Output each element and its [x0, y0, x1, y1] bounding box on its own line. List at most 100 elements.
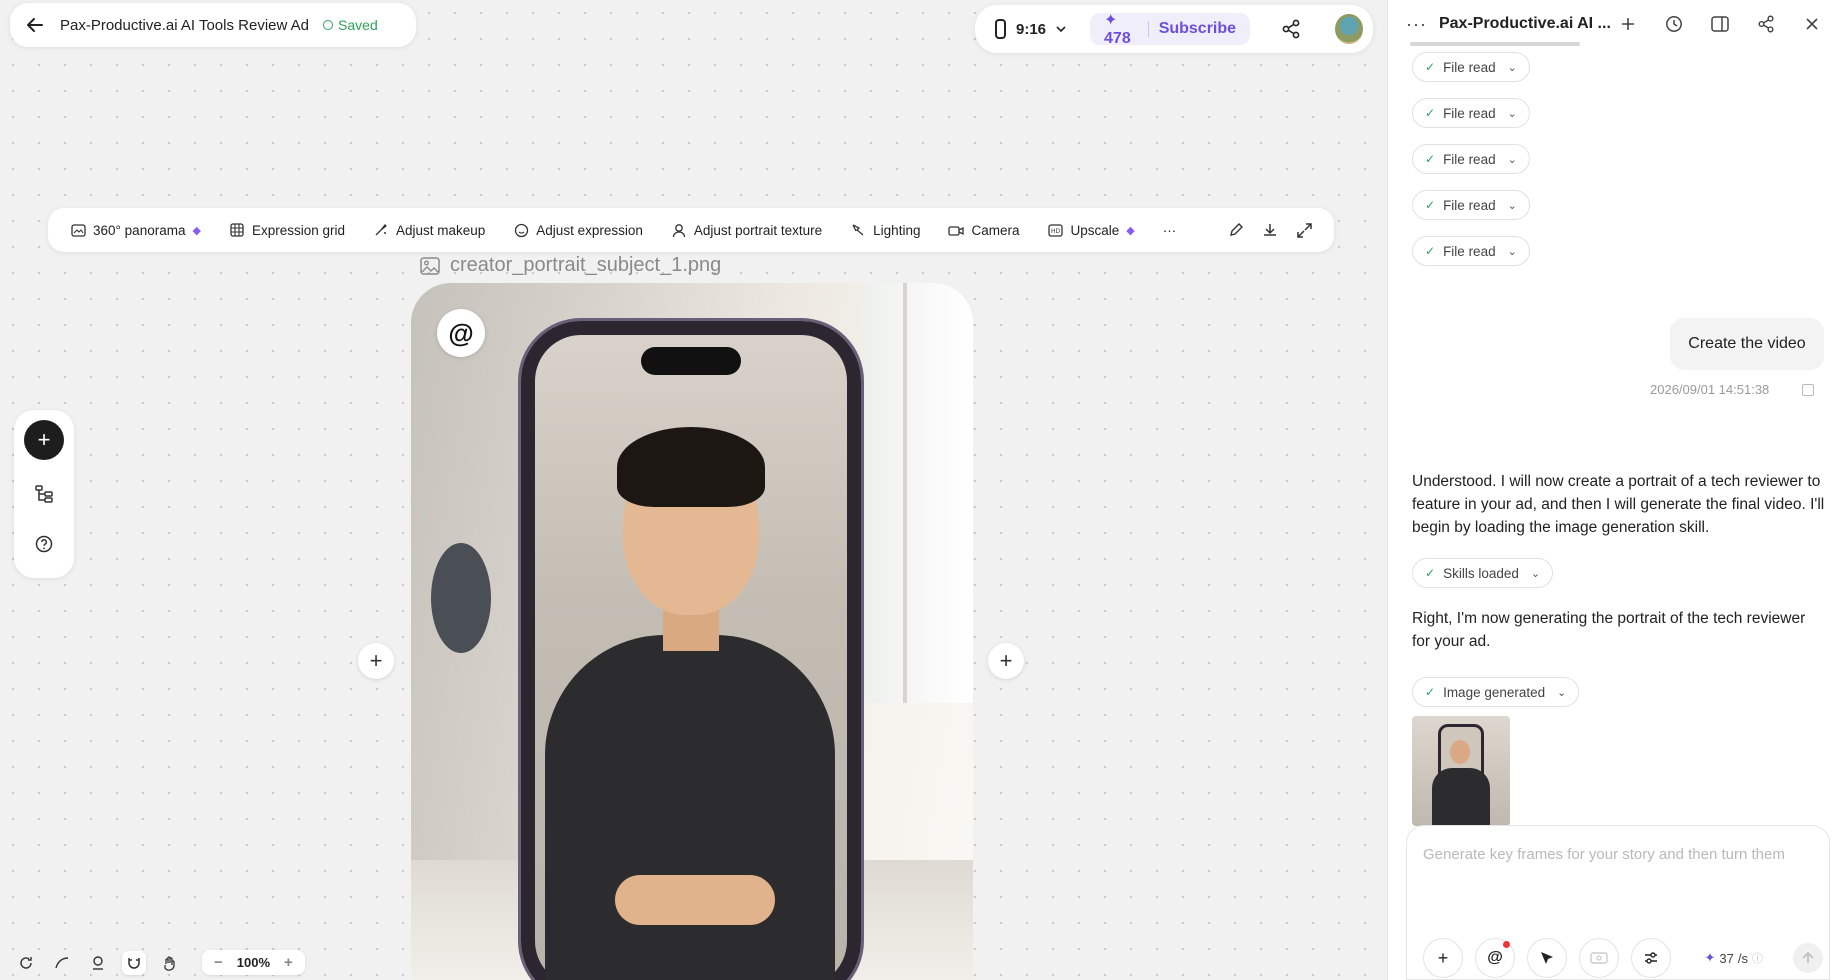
copy-icon[interactable] [1802, 384, 1814, 396]
assistant-message: Understood. I will now create a portrait… [1412, 473, 1825, 536]
file-read-pill[interactable]: ✓ File read ⌄ [1412, 98, 1530, 128]
canvas-area[interactable]: Pax-Productive.ai AI Tools Review Ad Sav… [0, 0, 1386, 980]
add-node-button[interactable]: + [24, 420, 64, 460]
panel-scroll-indicator[interactable] [1410, 42, 1580, 46]
tool-360-panorama[interactable]: 360° panorama ◆ [70, 222, 201, 238]
share-chat-button[interactable] [1756, 14, 1776, 34]
toggle-sidebar-button[interactable] [1710, 14, 1730, 34]
camera-icon [948, 222, 965, 238]
credits-divider [1147, 21, 1149, 37]
check-icon: ✓ [1425, 106, 1436, 120]
image-tools-toolbar: 360° panorama ◆ Expression grid Adjust m… [48, 208, 1334, 252]
plus-icon: + [37, 427, 51, 452]
image-generated-pill[interactable]: ✓ Image generated ⌄ [1412, 677, 1580, 707]
check-icon: ✓ [1425, 566, 1436, 580]
add-left-button[interactable]: + [358, 643, 394, 679]
zoom-level: 100% [236, 955, 271, 970]
location-button[interactable] [86, 951, 110, 975]
settings-sliders-button[interactable] [1631, 938, 1671, 978]
clock-icon [1666, 16, 1682, 32]
tool-expression-grid[interactable]: Expression grid [229, 222, 345, 238]
person-shirt [545, 635, 835, 980]
close-panel-button[interactable] [1802, 14, 1822, 34]
add-right-button[interactable]: + [988, 643, 1024, 679]
tool-adjust-portrait-texture[interactable]: Adjust portrait texture [671, 222, 822, 238]
makeup-brush-icon [373, 222, 389, 238]
more-options-button[interactable]: ··· [1406, 14, 1427, 35]
chevron-down-icon: ⌄ [1507, 199, 1517, 212]
tool-upscale[interactable]: HD Upscale ◆ [1047, 222, 1135, 238]
tool-adjust-makeup[interactable]: Adjust makeup [373, 222, 485, 238]
chat-title[interactable]: Pax-Productive.ai AI ... [1439, 15, 1618, 33]
redo-button[interactable] [14, 951, 38, 975]
layers-button[interactable] [28, 478, 60, 510]
file-read-pill[interactable]: ✓ File read ⌄ [1412, 190, 1530, 220]
share-icon [1282, 19, 1300, 39]
help-button[interactable] [28, 528, 60, 560]
notification-dot [1503, 941, 1510, 948]
chevron-down-icon: ⌄ [1507, 61, 1517, 74]
chat-panel-header: ··· Pax-Productive.ai AI ... [1388, 0, 1839, 48]
chevron-down-icon [1056, 26, 1066, 33]
image-icon [420, 256, 440, 275]
history-button[interactable] [1664, 14, 1684, 34]
attach-button[interactable]: + [1423, 938, 1463, 978]
project-title[interactable]: Pax-Productive.ai AI Tools Review Ad [60, 17, 309, 34]
mention-button[interactable]: @ [1475, 938, 1515, 978]
curve-tool-button[interactable] [50, 951, 74, 975]
curve-icon [55, 956, 69, 968]
send-button[interactable] [1793, 943, 1823, 973]
pan-hand-button[interactable] [158, 951, 182, 975]
arrow-up-icon [1802, 951, 1814, 963]
subscribe-button[interactable]: Subscribe [1159, 20, 1236, 38]
mention-button[interactable]: @ [437, 309, 485, 357]
tool-adjust-expression[interactable]: Adjust expression [513, 222, 643, 238]
expand-icon[interactable] [1296, 222, 1312, 238]
edit-pen-icon[interactable] [1228, 222, 1244, 238]
assistant-message: Right, I'm now generating the portrait o… [1412, 610, 1806, 650]
panorama-icon [70, 222, 86, 238]
hand-icon [164, 955, 175, 971]
credits-subscribe-pill[interactable]: ✦ 478 Subscribe [1090, 12, 1251, 47]
magnet-snap-button[interactable] [122, 950, 146, 975]
magnet-icon [128, 957, 140, 969]
image-file-label: creator_portrait_subject_1.png [420, 254, 721, 277]
chevron-down-icon: ⌄ [1507, 107, 1517, 120]
check-icon: ✓ [1425, 198, 1436, 212]
close-icon [1806, 18, 1818, 30]
top-controls-card: 9:16 ✦ 478 Subscribe [975, 5, 1373, 53]
tool-lighting[interactable]: Lighting [850, 222, 920, 238]
agent-mode-button[interactable] [1527, 938, 1567, 978]
aspect-ratio-select[interactable]: 9:16 [995, 19, 1066, 39]
generated-portrait-image[interactable] [411, 283, 973, 980]
skills-loaded-pill[interactable]: ✓ Skills loaded ⌄ [1412, 558, 1554, 588]
tree-structure-icon [35, 485, 53, 503]
credit-rate: ✦ 37 /s ⓘ [1705, 950, 1764, 966]
phone-frame-icon [995, 19, 1006, 39]
left-toolbox: + [14, 410, 74, 578]
file-read-pill[interactable]: ✓ File read ⌄ [1412, 236, 1530, 266]
thumb-body [1432, 768, 1490, 826]
more-tools-button[interactable]: ··· [1163, 223, 1177, 238]
new-chat-button[interactable] [1618, 14, 1638, 34]
project-title-card: Pax-Productive.ai AI Tools Review Ad Sav… [10, 3, 416, 47]
zoom-in-button[interactable]: + [284, 954, 293, 971]
generated-image-thumbnail[interactable] [1412, 716, 1510, 826]
aspect-ratio-value: 9:16 [1016, 20, 1047, 38]
person-hair [617, 427, 765, 507]
download-icon[interactable] [1262, 222, 1278, 238]
share-button[interactable] [1274, 11, 1307, 47]
video-mode-button[interactable] [1579, 938, 1619, 978]
tool-camera[interactable]: Camera [948, 222, 1019, 238]
plus-icon [1622, 18, 1634, 30]
window-background [863, 283, 973, 703]
back-button[interactable] [24, 14, 46, 36]
composer-input[interactable]: Generate key frames for your story and t… [1423, 846, 1815, 863]
file-read-pill[interactable]: ✓ File read ⌄ [1412, 52, 1530, 82]
file-read-pill[interactable]: ✓ File read ⌄ [1412, 144, 1530, 174]
user-avatar[interactable] [1335, 14, 1363, 44]
cursor-arrow-icon [1541, 952, 1553, 964]
sparkle-icon: ✦ [1704, 950, 1716, 965]
zoom-out-button[interactable]: − [214, 954, 223, 971]
credits-count: ✦ 478 [1104, 12, 1131, 47]
